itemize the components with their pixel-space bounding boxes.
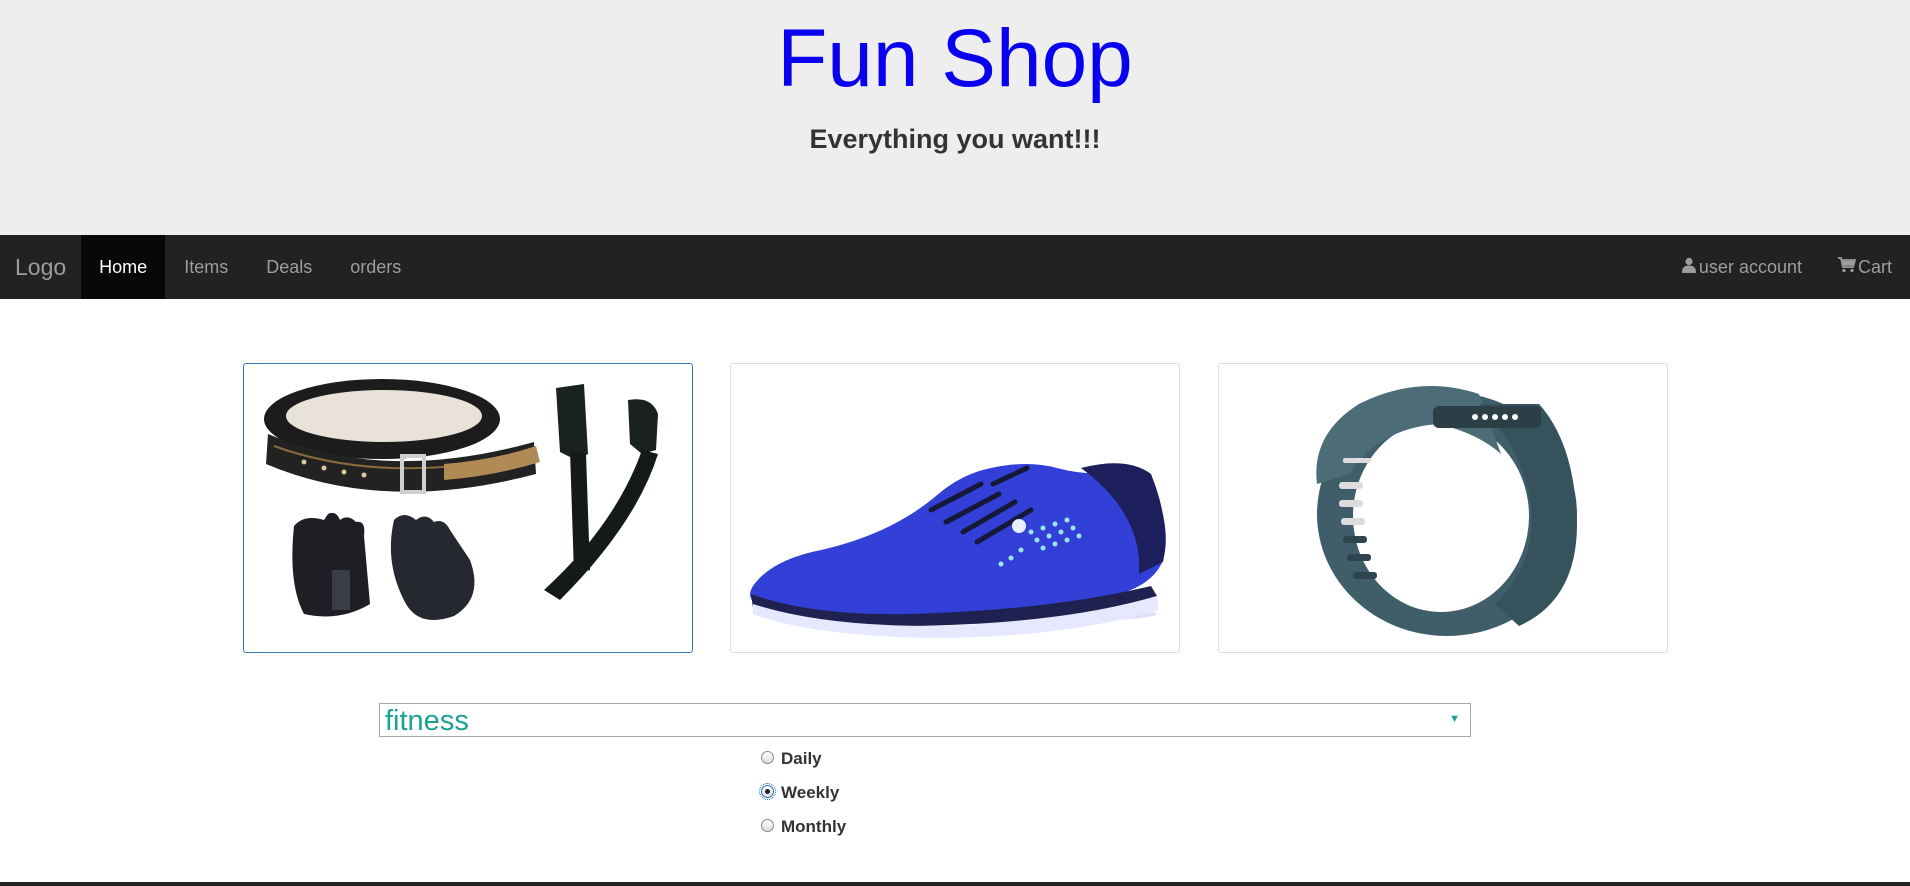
radio-option-monthly[interactable]: Monthly	[761, 810, 846, 844]
navbar-brand-logo[interactable]: Logo	[0, 235, 81, 299]
chevron-down-icon: ▼	[1449, 713, 1460, 725]
radio-label-weekly: Weekly	[781, 783, 840, 802]
fitness-tracker-image	[1316, 386, 1577, 636]
radio-option-weekly[interactable]: Weekly	[759, 776, 846, 810]
product-card-fitness-tracker[interactable]	[1218, 363, 1668, 653]
product-cards	[243, 363, 1668, 653]
user-icon	[1681, 257, 1697, 278]
cart-label: Cart	[1857, 256, 1892, 277]
radio-option-daily[interactable]: Daily	[761, 742, 846, 776]
lifting-gear-image	[264, 379, 658, 620]
running-shoe-image	[750, 463, 1166, 638]
user-account-label: user account	[1698, 256, 1802, 277]
nav-orders[interactable]: orders	[331, 235, 420, 299]
site-tagline: Everything you want!!!	[809, 124, 1101, 154]
nav-cart[interactable]: Cart	[1820, 235, 1910, 299]
radio-label-daily: Daily	[781, 749, 822, 768]
cart-icon	[1837, 256, 1857, 278]
category-select-value: fitness	[385, 705, 469, 737]
radio-label-monthly: Monthly	[781, 817, 847, 836]
product-card-fitness-gear[interactable]	[243, 363, 693, 653]
nav-deals[interactable]: Deals	[247, 235, 331, 299]
site-header: Fun Shop Everything you want!!!	[0, 0, 1910, 235]
product-card-running-shoe[interactable]	[730, 363, 1180, 653]
site-title: Fun Shop	[777, 13, 1133, 104]
nav-user-account[interactable]: user account	[1663, 235, 1820, 299]
category-select[interactable]: fitness ▼	[379, 703, 1471, 737]
radio-daily[interactable]	[761, 750, 774, 764]
nav-home[interactable]: Home	[81, 235, 166, 299]
radio-weekly[interactable]	[759, 782, 776, 800]
footer-divider	[0, 882, 1910, 886]
main-navbar: Logo Home Items Deals orders user accoun…	[0, 235, 1910, 299]
frequency-radio-group: Daily Weekly Monthly	[759, 742, 846, 844]
nav-items[interactable]: Items	[165, 235, 247, 299]
radio-monthly[interactable]	[761, 818, 774, 832]
